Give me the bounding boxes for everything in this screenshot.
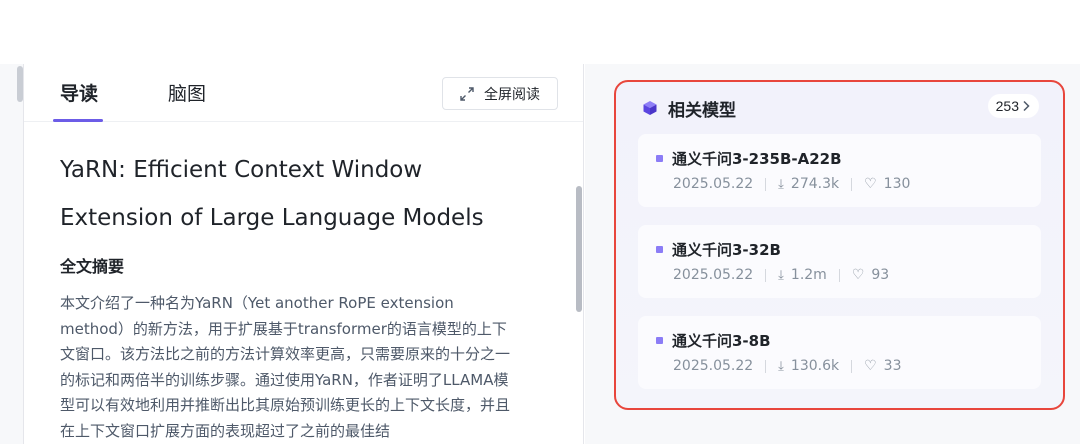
model-downloads: 274.3k	[790, 176, 840, 192]
tab-guide[interactable]: 导读	[60, 82, 98, 106]
model-item[interactable]: 通义千问3-32B 2025.05.22 ⤓ 1.2m ♡ 93	[638, 225, 1041, 298]
heart-icon: ♡	[864, 358, 877, 374]
left-scrollbar[interactable]	[17, 66, 23, 102]
divider	[765, 359, 767, 373]
fullscreen-read-button[interactable]: 全屏阅读	[442, 77, 558, 110]
model-name: 通义千问3-235B-A22B	[672, 150, 842, 168]
model-name-row: 通义千问3-32B	[656, 239, 781, 260]
model-date: 2025.05.22	[673, 176, 754, 192]
model-meta: 2025.05.22 ⤓ 1.2m ♡ 93	[673, 267, 889, 283]
divider	[838, 268, 840, 282]
related-models-title: 相关模型	[668, 100, 736, 121]
paper-title: YaRN: Efficient Context Window Extension…	[60, 146, 520, 242]
bullet-icon	[656, 337, 663, 344]
divider	[851, 359, 853, 373]
reader-scrollbar[interactable]	[576, 186, 582, 312]
tab-mindmap[interactable]: 脑图	[168, 82, 206, 106]
reader-tabs: 导读 脑图 全屏阅读	[24, 64, 583, 122]
model-likes: 33	[883, 358, 902, 374]
divider	[765, 177, 767, 191]
download-icon: ⤓	[778, 358, 784, 374]
heart-icon: ♡	[851, 267, 865, 283]
model-likes: 93	[871, 267, 890, 283]
model-downloads: 1.2m	[790, 267, 827, 283]
cube-icon	[643, 101, 657, 115]
related-models-card: 相关模型 253 通义千问3-235B-A22B 2025.05.22 ⤓ 27…	[614, 80, 1065, 410]
model-name: 通义千问3-32B	[672, 241, 781, 259]
bullet-icon	[656, 246, 663, 253]
download-icon: ⤓	[778, 267, 784, 283]
abstract-text: 本文介绍了一种名为YaRN（Yet another RoPE extension…	[60, 294, 511, 440]
reader-content: YaRN: Efficient Context Window Extension…	[60, 146, 520, 444]
paper-title-line-1: YaRN: Efficient Context Window	[60, 157, 423, 183]
model-name-row: 通义千问3-8B	[656, 330, 771, 351]
page: 导读 脑图 全屏阅读 YaRN: Efficient Context Windo…	[0, 0, 1080, 444]
divider	[765, 268, 767, 282]
active-tab-indicator	[53, 119, 103, 122]
model-meta: 2025.05.22 ⤓ 274.3k ♡ 130	[673, 176, 910, 192]
related-models-header: 相关模型	[642, 96, 736, 121]
fullscreen-label: 全屏阅读	[484, 86, 540, 103]
model-likes: 130	[883, 176, 911, 192]
reader-panel: 导读 脑图 全屏阅读 YaRN: Efficient Context Windo…	[24, 64, 584, 444]
model-downloads: 130.6k	[790, 358, 840, 374]
left-panel-edge	[0, 64, 24, 444]
model-date: 2025.05.22	[673, 267, 754, 283]
expand-arrows-icon	[460, 86, 474, 101]
divider	[851, 177, 853, 191]
model-item[interactable]: 通义千问3-8B 2025.05.22 ⤓ 130.6k ♡ 33	[638, 316, 1041, 389]
model-item[interactable]: 通义千问3-235B-A22B 2025.05.22 ⤓ 274.3k ♡ 13…	[638, 134, 1041, 207]
bullet-icon	[656, 155, 663, 162]
download-icon: ⤓	[778, 176, 784, 192]
model-meta: 2025.05.22 ⤓ 130.6k ♡ 33	[673, 358, 902, 374]
model-date: 2025.05.22	[673, 358, 754, 374]
heart-icon: ♡	[864, 176, 877, 192]
chevron-right-icon	[1023, 100, 1030, 112]
paper-title-line-2: Extension of Large Language Models	[60, 205, 484, 231]
abstract-heading: 全文摘要	[60, 257, 125, 276]
related-models-count: 253	[995, 98, 1019, 114]
related-models-count-button[interactable]: 253	[987, 94, 1039, 118]
model-name: 通义千问3-8B	[672, 332, 771, 350]
model-name-row: 通义千问3-235B-A22B	[656, 148, 842, 169]
